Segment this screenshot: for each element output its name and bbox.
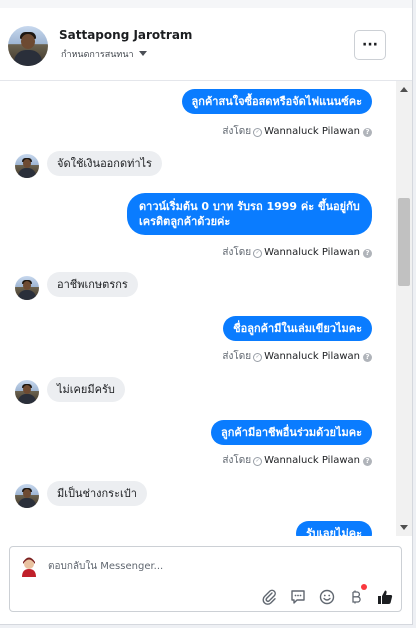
top-strip xyxy=(0,0,412,8)
scrollbar-thumb[interactable] xyxy=(398,198,410,286)
sent-by-text: ส่งโดย xyxy=(222,126,252,137)
sent-by-text: ส่งโดย xyxy=(222,351,252,362)
sent-by-text: ส่งโดย xyxy=(222,247,252,258)
contact-avatar-small xyxy=(15,276,39,300)
emoji-icon[interactable] xyxy=(318,588,336,606)
sent-by-label: ส่งโดย ✓ Wannaluck Pilawan? xyxy=(222,349,372,364)
sent-by-label: ส่งโดย ✓ Wannaluck Pilawan? xyxy=(222,453,372,468)
check-icon: ✓ xyxy=(253,457,263,466)
info-icon[interactable]: ? xyxy=(363,249,372,258)
agent-avatar-icon xyxy=(22,557,36,577)
agent-name: Wannaluck Pilawan xyxy=(264,247,360,258)
contact-name[interactable]: Sattapong Jarotram xyxy=(59,28,192,42)
saved-replies-icon[interactable] xyxy=(289,588,307,606)
incoming-message: มีเป็นช่างกระเป๋า xyxy=(47,481,147,506)
info-icon[interactable]: ? xyxy=(363,128,372,137)
incoming-message: จัดใช้เงินออกดท่าไร xyxy=(47,151,162,176)
notification-dot xyxy=(361,584,367,590)
message-scrollbar[interactable] xyxy=(396,81,412,536)
contact-avatar-small xyxy=(15,380,39,404)
outgoing-message: ชื่อลูกค้ามีในเล่มเขียวไมคะ xyxy=(223,316,372,341)
conversation-assign-dropdown[interactable]: กำหนดการสนทนา xyxy=(61,47,134,61)
scroll-up-arrow-icon[interactable] xyxy=(400,87,408,92)
sent-by-text: ส่งโดย xyxy=(222,455,252,466)
attachment-icon[interactable] xyxy=(260,588,278,606)
incoming-message: อาชีพเกษตรกร xyxy=(47,272,138,297)
chevron-down-icon[interactable] xyxy=(139,51,147,56)
outgoing-message: รับเลยไม่คะ xyxy=(296,521,372,536)
info-icon[interactable]: ? xyxy=(363,353,372,362)
outgoing-message: ลูกค้ามีอาชีพอื่นร่วมด้วยไมคะ xyxy=(211,420,372,445)
messenger-panel: Sattapong Jarotram กำหนดการสนทนา ··· ลูก… xyxy=(0,0,413,625)
sent-by-label: ส่งโดย ✓ Wannaluck Pilawan? xyxy=(222,245,372,260)
contact-avatar-small xyxy=(15,484,39,508)
more-options-button[interactable]: ··· xyxy=(354,30,386,60)
contact-avatar[interactable] xyxy=(8,26,48,66)
outgoing-message: ลูกค้าสนใจซื้อสดหรือจัดไฟแนนซ์คะ xyxy=(181,89,372,114)
agent-name: Wannaluck Pilawan xyxy=(264,126,360,137)
payment-icon[interactable] xyxy=(347,588,365,606)
thumbs-up-icon[interactable] xyxy=(376,588,394,606)
check-icon: ✓ xyxy=(253,128,263,137)
reply-composer xyxy=(9,546,402,612)
reply-input[interactable] xyxy=(48,558,348,574)
info-icon[interactable]: ? xyxy=(363,457,372,466)
sent-by-label: ส่งโดย ✓ Wannaluck Pilawan? xyxy=(222,124,372,139)
contact-avatar-small xyxy=(15,154,39,178)
check-icon: ✓ xyxy=(253,249,263,258)
conversation-header: Sattapong Jarotram กำหนดการสนทนา ··· xyxy=(0,8,412,81)
outgoing-message: ดาวน์เริ่มต้น 0 บาท รับรถ 1999 ค่ะ ขึ้นอ… xyxy=(127,193,372,235)
incoming-message: ไม่เคยมีครับ xyxy=(47,377,125,402)
check-icon: ✓ xyxy=(253,353,263,362)
agent-name: Wannaluck Pilawan xyxy=(264,455,360,466)
message-thread: ลูกค้าสนใจซื้อสดหรือจัดไฟแนนซ์คะ ส่งโดย ✓… xyxy=(0,81,396,536)
agent-name: Wannaluck Pilawan xyxy=(264,351,360,362)
scroll-down-arrow-icon[interactable] xyxy=(400,525,408,530)
